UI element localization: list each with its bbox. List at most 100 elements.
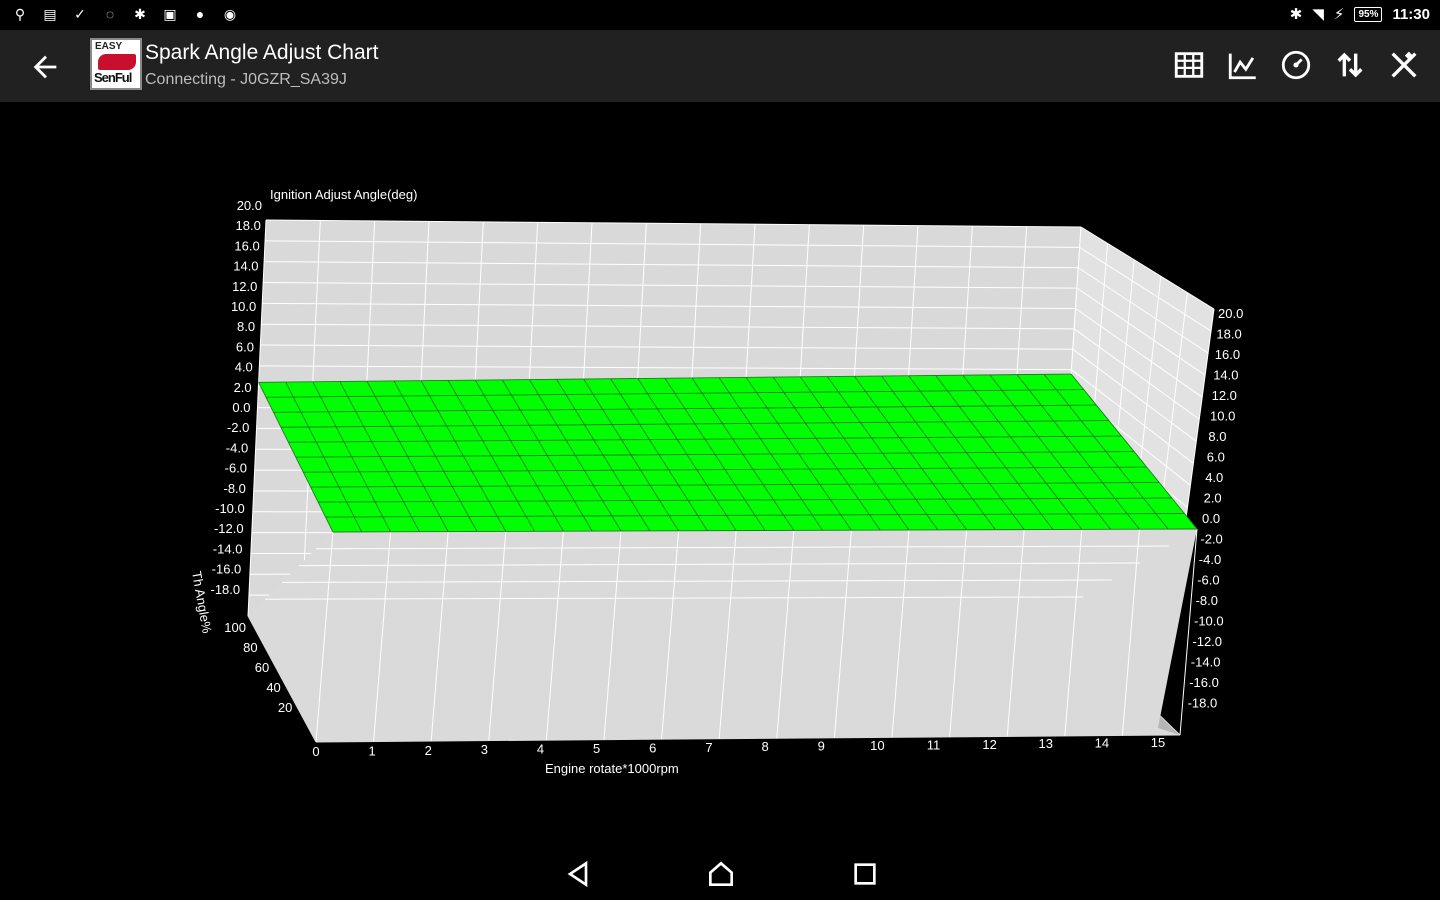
surface-plane [258, 374, 1198, 532]
x-tick: 1 [369, 743, 376, 758]
nav-back-icon[interactable] [562, 858, 594, 890]
nav-home-icon[interactable] [705, 858, 737, 890]
x-tick: 6 [649, 740, 656, 755]
app-bar: EASY SenFul Spark Angle Adjust Chart Con… [0, 30, 1440, 102]
z-tick-right: 10.0 [1210, 409, 1235, 424]
z-tick-left: -8.0 [223, 481, 245, 496]
nav-recents-icon[interactable] [849, 858, 881, 890]
battery-level: 95% [1354, 6, 1383, 22]
z-tick-left: 20.0 [237, 198, 262, 213]
z-tick-left: 18.0 [236, 218, 261, 233]
z-tick-left: 14.0 [233, 259, 258, 274]
z-tick-right: 6.0 [1207, 450, 1225, 465]
x-tick: 12 [982, 737, 996, 752]
x-tick: 5 [593, 741, 600, 756]
z-tick-left: 8.0 [237, 319, 255, 334]
angle-surface [258, 373, 1198, 533]
z-tick-left: 16.0 [234, 238, 259, 253]
z-tick-left: -14.0 [213, 541, 243, 556]
z-tick-right: -16.0 [1189, 675, 1219, 690]
table-icon[interactable] [1172, 48, 1206, 82]
chart-front-wall [248, 528, 1198, 743]
z-tick-left: -10.0 [215, 501, 245, 516]
x-tick: 10 [870, 738, 884, 753]
y-tick: 100 [224, 620, 246, 635]
z-tick-right: 14.0 [1213, 368, 1238, 383]
image-icon: ▣ [163, 5, 177, 22]
z-tick-right: 12.0 [1212, 388, 1237, 403]
z-tick-left: -12.0 [214, 521, 244, 536]
system-status: ✱ ◥ ⚡ 95% 11:30 [1289, 5, 1430, 24]
bluetooth-icon: ✱ [134, 5, 146, 22]
y-tick: 80 [243, 640, 257, 655]
charging-icon: ⚡ [1333, 6, 1345, 23]
z-tick-left: 4.0 [235, 360, 253, 375]
bluetooth-status-icon: ✱ [1289, 6, 1303, 23]
circle-icon: ◉ [223, 5, 237, 22]
gauge-icon[interactable] [1279, 48, 1313, 82]
z-tick-right: -8.0 [1196, 593, 1218, 608]
z-tick-left: 6.0 [236, 339, 254, 354]
x-tick: 0 [312, 744, 319, 759]
z-tick-right: 16.0 [1215, 347, 1240, 362]
z-axis-title: Ignition Adjust Angle(deg) [270, 187, 417, 202]
x-axis-title: Engine rotate*1000rpm [545, 761, 679, 776]
z-tick-right: 18.0 [1216, 327, 1241, 342]
line-chart-icon[interactable] [1226, 48, 1260, 82]
z-tick-right: -6.0 [1197, 573, 1219, 588]
x-tick: 3 [481, 742, 488, 757]
z-tick-left: 2.0 [234, 380, 252, 395]
z-tick-left: 0.0 [232, 400, 250, 415]
y-axis-title: Th Angle% [189, 570, 215, 635]
z-tick-right: 2.0 [1204, 491, 1222, 506]
spark-angle-3d-chart[interactable]: Ignition Adjust Angle(deg) Engine rotate… [0, 102, 1440, 848]
usb-icon: ⚲ [14, 5, 26, 22]
x-tick: 4 [537, 742, 544, 757]
swap-vert-icon[interactable] [1333, 48, 1367, 82]
page-title: Spark Angle Adjust Chart [145, 41, 379, 64]
x-tick: 2 [425, 743, 432, 758]
z-tick-right: 4.0 [1205, 470, 1223, 485]
x-tick: 14 [1095, 736, 1109, 751]
x-tick: 8 [761, 739, 768, 754]
wifi-icon: ◥ [1312, 6, 1324, 23]
z-tick-right: -18.0 [1188, 696, 1218, 711]
z-tick-right: 8.0 [1208, 429, 1226, 444]
x-tick: 13 [1038, 736, 1052, 751]
z-tick-right: -14.0 [1191, 655, 1221, 670]
x-tick: 7 [705, 740, 712, 755]
z-tick-left: 12.0 [232, 279, 257, 294]
chat-icon: ● [195, 6, 205, 22]
z-tick-left: -2.0 [227, 420, 249, 435]
sync-icon: ◌ [105, 6, 115, 22]
z-tick-right: 20.0 [1218, 306, 1243, 321]
logo-mark [98, 54, 136, 70]
back-arrow-icon[interactable] [28, 50, 62, 84]
check-download-icon: ✓ [74, 5, 86, 22]
z-tick-left: -18.0 [211, 582, 241, 597]
y-tick: 20 [278, 700, 292, 715]
download-icon: ▤ [43, 5, 57, 22]
clock: 11:30 [1392, 5, 1430, 23]
z-tick-left: -4.0 [226, 440, 248, 455]
status-bar: ⚲ ▤ ✓ ◌ ✱ ▣ ● ◉ ✱ ◥ ⚡ 95% 11:30 [0, 0, 1440, 30]
connection-status: Connecting - J0GZR_SA39J [145, 71, 347, 88]
x-tick: 15 [1151, 735, 1165, 750]
z-tick-left: -16.0 [212, 562, 242, 577]
x-tick: 9 [818, 739, 825, 754]
z-tick-right: -2.0 [1200, 532, 1222, 547]
logo-text-bottom: SenFul [94, 70, 132, 85]
y-tick: 40 [266, 680, 280, 695]
lower-panel [248, 529, 1197, 742]
app-logo: EASY SenFul [90, 38, 142, 90]
z-tick-right: -4.0 [1199, 552, 1221, 567]
z-tick-right: 0.0 [1202, 511, 1220, 526]
logo-text-top: EASY [95, 41, 123, 52]
z-tick-right: -12.0 [1192, 634, 1222, 649]
notification-icons: ⚲ ▤ ✓ ◌ ✱ ▣ ● ◉ [12, 4, 238, 24]
z-tick-left: 10.0 [231, 299, 256, 314]
tools-icon[interactable] [1387, 48, 1421, 82]
x-tick: 11 [927, 737, 941, 752]
navigation-bar [0, 848, 1440, 900]
z-tick-left: -6.0 [225, 461, 247, 476]
